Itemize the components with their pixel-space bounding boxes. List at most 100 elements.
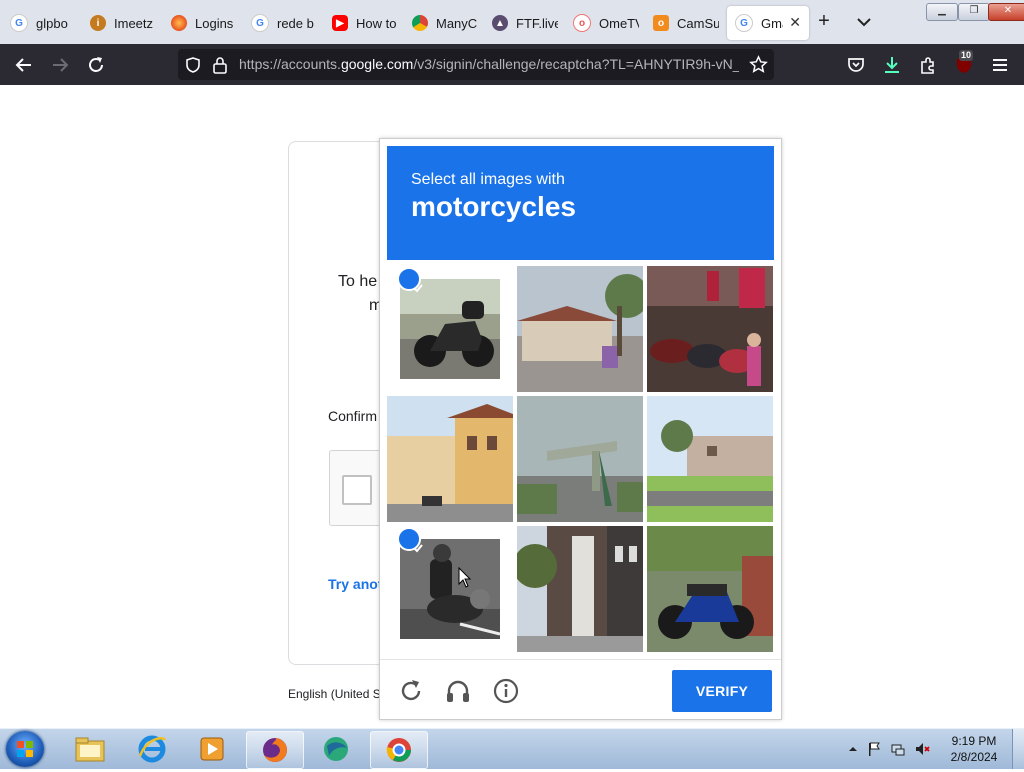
language-selector[interactable]: English (United S bbox=[288, 687, 381, 701]
system-clock[interactable]: 9:19 PM 2/8/2024 bbox=[944, 733, 1004, 765]
captcha-tile-2[interactable] bbox=[517, 266, 643, 392]
captcha-tile-4[interactable] bbox=[387, 396, 513, 522]
arrow-left-icon bbox=[15, 58, 31, 72]
restore-window-button[interactable]: ❐ bbox=[958, 3, 990, 21]
downloads-button[interactable] bbox=[879, 52, 905, 78]
tab-gmail[interactable]: G Gma ✕ bbox=[727, 6, 809, 40]
globe-app-icon bbox=[324, 737, 348, 761]
chevron-down-icon bbox=[857, 18, 871, 27]
shield-icon[interactable] bbox=[184, 56, 202, 74]
volume-muted-icon[interactable] bbox=[914, 741, 930, 757]
taskbar-firefox[interactable] bbox=[246, 731, 304, 769]
tab-how-to[interactable]: ▶ How to bbox=[332, 6, 398, 40]
url-domain: google.com bbox=[340, 56, 414, 72]
verify-button[interactable]: VERIFY bbox=[672, 670, 772, 712]
tab-manyc[interactable]: ManyC bbox=[412, 6, 478, 40]
motorcycle-photo bbox=[400, 279, 500, 379]
mouse-cursor-icon bbox=[458, 567, 472, 588]
address-bar[interactable]: https://accounts.google.com/v3/signin/ch… bbox=[178, 49, 774, 80]
youtube-icon: ▶ bbox=[332, 15, 348, 31]
puzzle-piece-icon bbox=[921, 57, 934, 74]
show-desktop-button[interactable] bbox=[1012, 729, 1024, 769]
download-icon bbox=[885, 57, 899, 73]
reload-button[interactable] bbox=[83, 52, 109, 78]
imeetzu-icon: i bbox=[90, 15, 106, 31]
recaptcha-footer: VERIFY bbox=[380, 659, 781, 720]
pocket-button[interactable] bbox=[843, 52, 869, 78]
google-icon: G bbox=[251, 14, 269, 32]
captcha-tile-6[interactable] bbox=[647, 396, 773, 522]
tab-logins[interactable]: Logins bbox=[171, 6, 237, 40]
checkmark-icon bbox=[397, 527, 423, 553]
url-prefix: https://accounts. bbox=[239, 56, 341, 72]
start-button[interactable] bbox=[6, 731, 44, 767]
extension-badge-count: 10 bbox=[959, 50, 974, 61]
url-text[interactable]: https://accounts.google.com/v3/signin/ch… bbox=[239, 56, 739, 72]
try-another-way-link[interactable]: Try anot bbox=[328, 576, 382, 592]
taskbar-media-player[interactable] bbox=[184, 731, 240, 767]
minimize-window-button[interactable]: ▁ bbox=[926, 3, 958, 21]
ftf-icon: ▲ bbox=[492, 15, 508, 31]
browser-navigation-bar: https://accounts.google.com/v3/signin/ch… bbox=[0, 44, 1024, 85]
recaptcha-target-object: motorcycles bbox=[411, 191, 576, 222]
scooter-rider-photo bbox=[400, 539, 500, 639]
tab-camsurf[interactable]: o CamSu bbox=[653, 6, 719, 40]
reload-challenge-icon[interactable] bbox=[398, 678, 424, 704]
tab-rede[interactable]: G rede b bbox=[251, 6, 317, 40]
close-window-button[interactable]: ✕ bbox=[988, 3, 1024, 21]
captcha-tile-7[interactable] bbox=[387, 526, 513, 652]
captcha-tile-9[interactable] bbox=[647, 526, 773, 652]
forward-button[interactable] bbox=[47, 52, 73, 78]
close-tab-icon[interactable]: ✕ bbox=[789, 14, 801, 31]
media-player-icon bbox=[200, 737, 224, 761]
verify-instruction-text: To he bbox=[338, 273, 378, 290]
bookmark-star-icon[interactable] bbox=[749, 55, 768, 74]
tab-ftf[interactable]: ▲ FTF.live bbox=[492, 6, 558, 40]
tab-imeetzu[interactable]: i Imeetz bbox=[90, 6, 156, 40]
pocket-icon bbox=[848, 58, 864, 72]
taskbar-chrome[interactable] bbox=[370, 731, 428, 769]
action-center-flag-icon[interactable] bbox=[866, 741, 882, 757]
back-button[interactable] bbox=[11, 52, 37, 78]
recaptcha-instruction: Select all images with bbox=[411, 171, 565, 188]
taskbar-app-globe[interactable] bbox=[308, 731, 364, 767]
clock-date: 2/8/2024 bbox=[950, 750, 998, 764]
chrome-icon bbox=[386, 738, 411, 762]
blue-motorcycle-photo bbox=[647, 526, 773, 652]
info-icon[interactable] bbox=[493, 678, 519, 704]
url-suffix: /v3/signin/challenge/recaptcha?TL=AHNYTI… bbox=[413, 56, 739, 72]
camsurf-icon: o bbox=[653, 15, 669, 31]
new-tab-button[interactable]: + bbox=[812, 10, 836, 34]
windows-logo-icon bbox=[17, 741, 33, 757]
captcha-tile-3[interactable] bbox=[647, 266, 773, 392]
ometv-icon: o bbox=[573, 14, 591, 32]
taskbar-explorer[interactable] bbox=[62, 731, 118, 767]
google-icon: G bbox=[10, 14, 28, 32]
scooters-shop-photo bbox=[647, 266, 773, 392]
chrome-icon bbox=[412, 15, 428, 31]
buildings-street-photo bbox=[387, 396, 513, 522]
show-hidden-icons-arrow-icon[interactable] bbox=[845, 741, 861, 757]
audio-challenge-headphones-icon[interactable] bbox=[445, 678, 471, 704]
checkmark-icon bbox=[397, 267, 423, 293]
network-icon[interactable] bbox=[890, 741, 906, 757]
recaptcha-checkbox[interactable] bbox=[342, 475, 372, 505]
captcha-tile-5[interactable] bbox=[517, 396, 643, 522]
taskbar-internet-explorer[interactable] bbox=[124, 731, 180, 767]
arrow-right-icon bbox=[53, 58, 69, 72]
street-houses-photo bbox=[517, 266, 643, 392]
road-overpass-photo bbox=[517, 396, 643, 522]
folder-icon bbox=[75, 737, 105, 762]
recaptcha-header: Select all images with motorcycles bbox=[387, 146, 774, 260]
browser-tab-strip: G glpbo i Imeetz Logins G rede b ▶ How t… bbox=[0, 0, 1024, 44]
captcha-tile-1[interactable] bbox=[387, 266, 513, 392]
list-all-tabs-button[interactable] bbox=[852, 10, 876, 34]
menu-button[interactable] bbox=[987, 52, 1013, 78]
tab-glpbo[interactable]: G glpbo bbox=[10, 6, 72, 40]
lock-icon[interactable] bbox=[212, 56, 228, 74]
try-another-way-label: Try anot bbox=[328, 576, 383, 592]
extensions-button[interactable] bbox=[915, 52, 941, 78]
reload-icon bbox=[89, 57, 103, 72]
tab-ometv[interactable]: o OmeTV bbox=[573, 6, 639, 40]
captcha-tile-8[interactable] bbox=[517, 526, 643, 652]
